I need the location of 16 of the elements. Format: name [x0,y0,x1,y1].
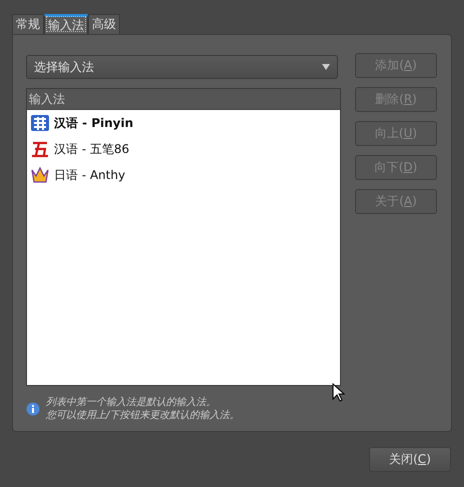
input-method-item[interactable]: 日语 - Anthy [54,166,126,184]
input-method-item[interactable]: 汉语 - 五笔86 [54,140,130,158]
info-text: 列表中第一个输入法是默认的输入法。 [46,396,217,409]
input-method-item[interactable]: 汉语 - Pinyin [54,114,134,132]
tab[interactable]: 高级 [88,14,120,34]
info-text: 您可以使用上/下按钮来更改默认的输入法。 [46,409,240,422]
pinyin-icon [30,113,50,133]
caret-icon [322,64,330,70]
wubi-icon [30,139,50,159]
column-header: 输入法 [27,89,340,110]
info-icon [26,402,40,416]
tab[interactable]: 输入法 [44,14,88,34]
crown-icon [30,165,50,185]
input-method-dropdown[interactable]: 选择输入法 [26,55,338,79]
tab[interactable]: 常规 [12,14,44,34]
close-button[interactable]: 关闭(C) [369,447,451,472]
